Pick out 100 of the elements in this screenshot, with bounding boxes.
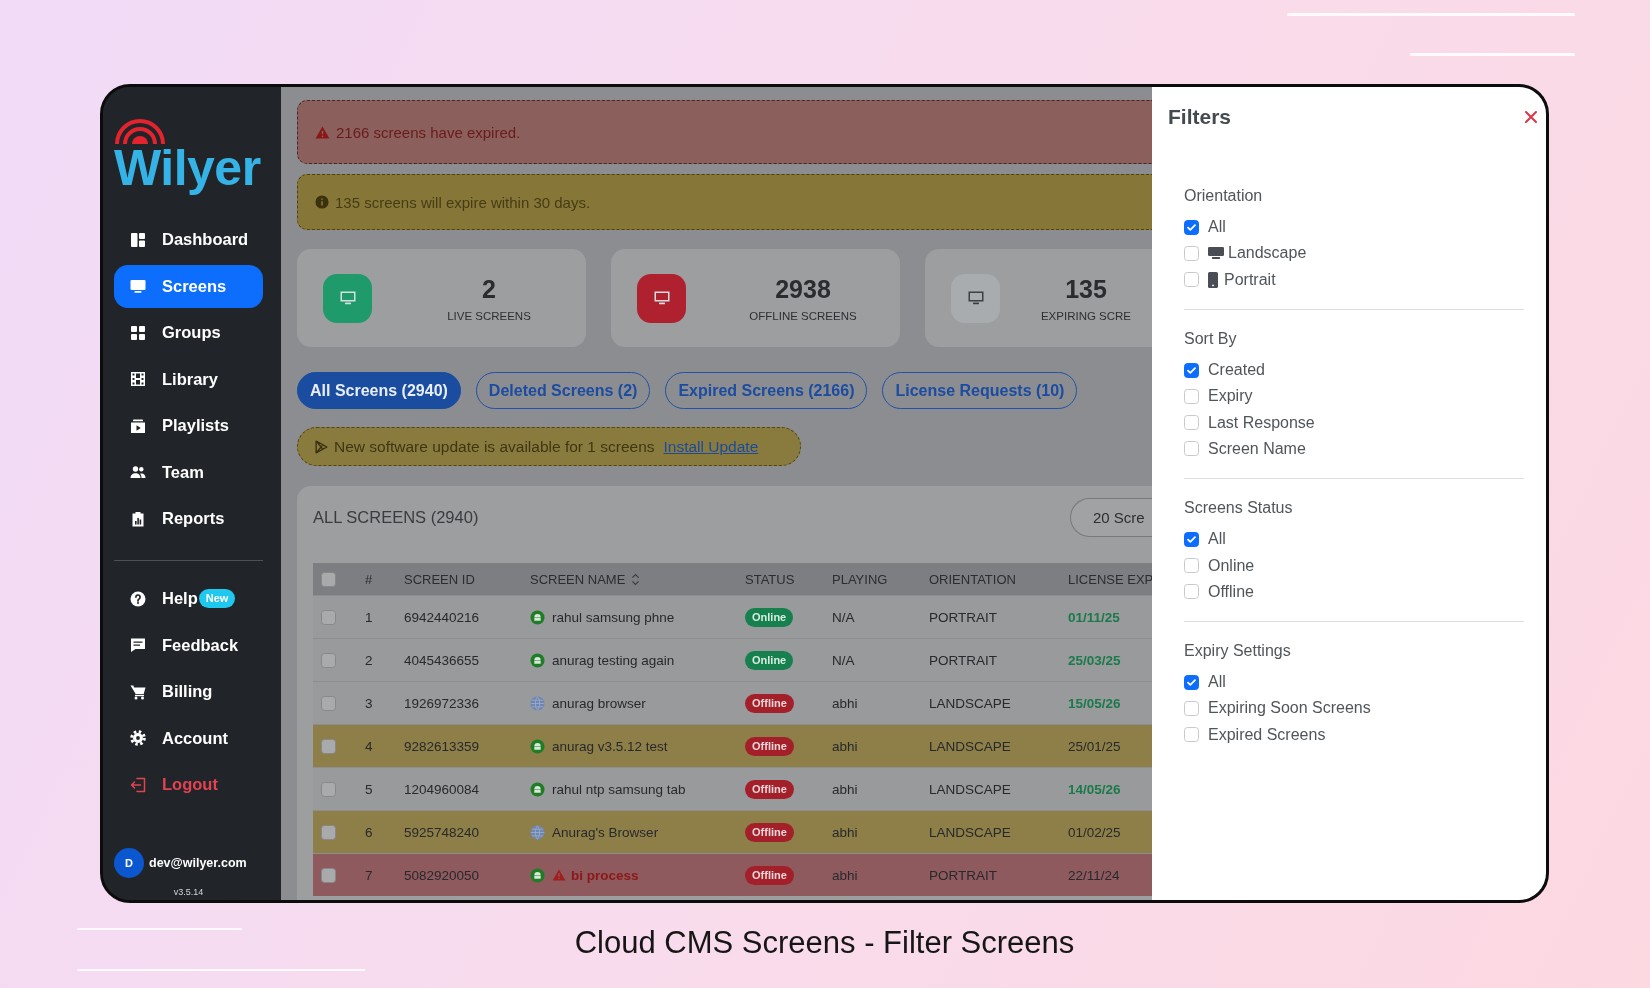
- table-cell: 4045436655: [404, 652, 480, 668]
- play-icon: [315, 439, 328, 454]
- table-cell: 2: [365, 652, 373, 668]
- checkbox[interactable]: [1184, 584, 1199, 600]
- nav-item[interactable]: Feedback: [114, 623, 263, 667]
- filter-option[interactable]: Created: [1184, 356, 1315, 384]
- checkbox[interactable]: [1184, 219, 1199, 235]
- page-caption: Cloud CMS Screens - Filter Screens: [574, 924, 1075, 962]
- checkbox[interactable]: [1184, 441, 1199, 457]
- stat-label: OFFLINE SCREENS: [749, 310, 857, 322]
- nav-item[interactable]: Logout: [114, 763, 263, 806]
- filter-option[interactable]: Offline: [1184, 578, 1255, 605]
- screen-name: anurag browser: [552, 695, 646, 711]
- close-button[interactable]: [1523, 109, 1539, 125]
- stat-label: LIVE SCREENS: [447, 310, 531, 322]
- filter-option[interactable]: Expiring Soon Screens: [1184, 695, 1371, 722]
- filter-option[interactable]: Online: [1184, 552, 1255, 579]
- stat-value: 135: [1065, 274, 1107, 304]
- nav-item[interactable]: Reports: [114, 497, 263, 540]
- alert-text: 135 screens will expire within 30 days.: [335, 193, 591, 211]
- table-cell: 3: [365, 695, 373, 711]
- checkbox[interactable]: [1184, 674, 1199, 690]
- table-cell: 4: [365, 738, 373, 754]
- nav-item[interactable]: Groups: [114, 311, 263, 354]
- table-cell: 1204960084: [404, 781, 480, 797]
- filter-option[interactable]: Expiry: [1184, 383, 1315, 410]
- filter-option[interactable]: Landscape: [1184, 240, 1307, 267]
- table-cell: LANDSCAPE: [929, 738, 1011, 754]
- filter-option[interactable]: Screen Name: [1184, 435, 1315, 463]
- table-cell: 6: [365, 824, 373, 840]
- monitor-icon: [130, 278, 146, 294]
- table-cell: 15/05/26: [1068, 695, 1121, 711]
- screen-name: anurag testing again: [552, 652, 675, 668]
- column-header: ORIENTATION: [929, 571, 1016, 587]
- checkbox[interactable]: [1184, 700, 1199, 716]
- nav-item[interactable]: Screens: [114, 264, 263, 308]
- checkbox[interactable]: [1184, 272, 1199, 288]
- checkbox[interactable]: [1184, 415, 1199, 431]
- phone-icon: [1208, 271, 1218, 288]
- status-label: Offline: [745, 822, 794, 842]
- warning-icon: [315, 125, 330, 139]
- checkbox[interactable]: [1184, 531, 1199, 547]
- checkbox[interactable]: [1184, 245, 1199, 261]
- column-header: STATUS: [745, 571, 795, 587]
- checkbox[interactable]: [1184, 388, 1199, 404]
- row-checkbox[interactable]: [321, 652, 336, 668]
- nav-item[interactable]: Help New: [114, 577, 263, 620]
- table-cell: 6942440216: [404, 609, 480, 625]
- help-icon: [130, 590, 146, 607]
- user-avatar: D: [114, 848, 144, 878]
- table-cell: PORTRAIT: [929, 609, 997, 625]
- grid-icon: [130, 324, 146, 341]
- table-cell: 01/11/25: [1068, 609, 1120, 625]
- table-cell: abhi: [832, 738, 858, 754]
- row-checkbox[interactable]: [321, 824, 336, 840]
- table-cell: 9282613359: [404, 738, 480, 754]
- filter-option[interactable]: All: [1184, 214, 1307, 241]
- warning-icon: [552, 869, 566, 881]
- select-all-checkbox[interactable]: [321, 571, 336, 587]
- row-checkbox[interactable]: [321, 781, 336, 797]
- filter-option[interactable]: Expired Screens: [1184, 721, 1371, 748]
- checkbox[interactable]: [1184, 727, 1199, 743]
- filter-option[interactable]: All: [1184, 526, 1255, 553]
- table-cell: PORTRAIT: [929, 867, 997, 883]
- filter-option[interactable]: Portrait: [1184, 266, 1307, 293]
- table-cell: 1: [365, 609, 373, 625]
- checkbox[interactable]: [1184, 558, 1199, 573]
- screens-tab[interactable]: All Screens (2940): [297, 372, 461, 409]
- filter-section-title: Sort By: [1184, 328, 1237, 349]
- stat-value: 2: [482, 274, 496, 304]
- filter-option[interactable]: Last Response: [1184, 409, 1315, 436]
- monitor-icon: [1208, 247, 1224, 260]
- checkbox[interactable]: [1184, 362, 1199, 378]
- filter-option[interactable]: All: [1184, 668, 1371, 696]
- filter-section-title: Orientation: [1184, 186, 1263, 206]
- table-cell: PORTRAIT: [929, 652, 997, 668]
- nav-item[interactable]: Library: [114, 357, 263, 401]
- close-icon: [1525, 111, 1537, 123]
- row-checkbox[interactable]: [321, 738, 336, 754]
- signal-arcs-icon: [114, 116, 166, 144]
- nav-item[interactable]: Team: [114, 450, 263, 494]
- dashboard-icon: [130, 231, 146, 248]
- nav-item[interactable]: Account: [114, 716, 263, 760]
- nav-item[interactable]: Billing: [114, 670, 263, 713]
- nav-item[interactable]: Playlists: [114, 404, 263, 447]
- row-checkbox[interactable]: [321, 609, 336, 625]
- table-cell: 5: [365, 781, 373, 797]
- page-size-select[interactable]: 20 Scre: [1070, 498, 1152, 537]
- screen-name: anurag v3.5.12 test: [552, 738, 668, 754]
- table-cell: abhi: [832, 695, 858, 711]
- table-cell: abhi: [832, 867, 858, 883]
- table-cell: 1926972336: [404, 695, 480, 711]
- row-checkbox[interactable]: [321, 867, 336, 883]
- logout-icon: [130, 776, 146, 793]
- table-cell: abhi: [832, 824, 858, 840]
- table-cell: 7: [365, 867, 373, 883]
- users-icon: [130, 464, 146, 480]
- sort-icon[interactable]: [631, 572, 641, 586]
- nav-item[interactable]: Dashboard: [114, 218, 263, 261]
- row-checkbox[interactable]: [321, 695, 336, 711]
